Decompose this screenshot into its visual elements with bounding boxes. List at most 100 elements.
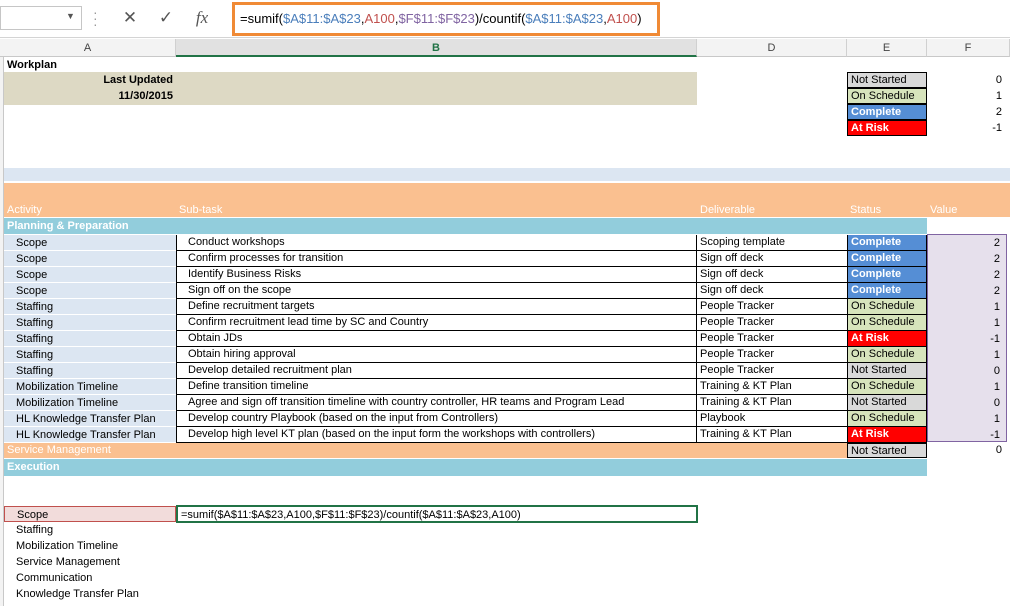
value-cell[interactable]: 2 <box>927 267 1003 283</box>
activity-cell[interactable]: Staffing <box>4 331 176 347</box>
status-badge[interactable]: On Schedule <box>847 347 927 363</box>
activity-cell[interactable]: Staffing <box>4 299 176 315</box>
active-formula-cell[interactable]: =sumif($A$11:$A$23,A100,$F$11:$F$23)/cou… <box>176 505 698 523</box>
subtask-cell[interactable]: Obtain JDs <box>176 331 697 347</box>
subtask-cell[interactable]: Develop country Playbook (based on the i… <box>176 411 697 427</box>
header-subtask[interactable]: Sub-task <box>176 202 376 218</box>
value-cell[interactable]: 2 <box>927 251 1003 267</box>
legend-status[interactable]: On Schedule <box>847 88 927 104</box>
cancel-icon[interactable]: ✕ <box>116 6 144 30</box>
status-badge[interactable]: Complete <box>847 267 927 283</box>
value-cell[interactable]: -1 <box>927 427 1003 443</box>
insert-function-icon[interactable]: fx <box>188 6 216 30</box>
deliverable-cell[interactable]: Training & KT Plan <box>697 395 847 411</box>
legend-status[interactable]: At Risk <box>847 120 927 136</box>
value-cell[interactable]: 1 <box>927 347 1003 363</box>
summary-item[interactable]: Scope <box>4 506 176 522</box>
header-activity[interactable]: Activity <box>4 202 174 218</box>
status-badge[interactable]: On Schedule <box>847 299 927 315</box>
status-badge[interactable]: On Schedule <box>847 379 927 395</box>
summary-item[interactable]: Staffing <box>4 522 176 538</box>
column-header-a[interactable]: A <box>0 39 176 57</box>
column-header-f[interactable]: F <box>927 39 1010 57</box>
status-badge[interactable]: Complete <box>847 283 927 299</box>
service-management-value[interactable]: 0 <box>927 443 1005 458</box>
status-badge[interactable]: Complete <box>847 235 927 251</box>
deliverable-cell[interactable]: Sign off deck <box>697 283 847 299</box>
deliverable-cell[interactable]: Sign off deck <box>697 251 847 267</box>
subtask-cell[interactable]: Identify Business Risks <box>176 267 697 283</box>
deliverable-cell[interactable]: People Tracker <box>697 363 847 379</box>
status-badge[interactable]: Not Started <box>847 363 927 379</box>
status-badge[interactable]: At Risk <box>847 331 927 347</box>
activity-cell[interactable]: HL Knowledge Transfer Plan <box>4 427 176 443</box>
deliverable-cell[interactable]: Playbook <box>697 411 847 427</box>
deliverable-cell[interactable]: Training & KT Plan <box>697 427 847 443</box>
chevron-down-icon[interactable]: ▼ <box>66 11 76 21</box>
activity-cell[interactable]: Scope <box>4 267 176 283</box>
legend-value[interactable]: -1 <box>927 120 1005 136</box>
legend-status[interactable]: Complete <box>847 104 927 120</box>
status-badge[interactable]: Not Started <box>847 395 927 411</box>
activity-cell[interactable]: Mobilization Timeline <box>4 379 176 395</box>
section-planning-label[interactable]: Planning & Preparation <box>4 218 304 234</box>
activity-cell[interactable]: HL Knowledge Transfer Plan <box>4 411 176 427</box>
status-badge[interactable]: On Schedule <box>847 411 927 427</box>
subtask-cell[interactable]: Confirm recruitment lead time by SC and … <box>176 315 697 331</box>
value-cell[interactable]: 0 <box>927 363 1003 379</box>
activity-cell[interactable]: Scope <box>4 283 176 299</box>
header-status[interactable]: Status <box>847 202 927 218</box>
value-cell[interactable]: 1 <box>927 411 1003 427</box>
header-value[interactable]: Value <box>927 202 1007 218</box>
formula-input[interactable]: =sumif($A$11:$A$23,A100,$F$11:$F$23)/cou… <box>232 2 660 36</box>
activity-cell[interactable]: Staffing <box>4 347 176 363</box>
service-management-status[interactable]: Not Started <box>847 443 927 458</box>
deliverable-cell[interactable]: People Tracker <box>697 331 847 347</box>
activity-cell[interactable]: Staffing <box>4 363 176 379</box>
subtask-cell[interactable]: Develop high level KT plan (based on the… <box>176 427 697 443</box>
value-cell[interactable]: 2 <box>927 283 1003 299</box>
deliverable-cell[interactable]: People Tracker <box>697 299 847 315</box>
section-execution-label[interactable]: Execution <box>4 459 304 476</box>
activity-cell[interactable]: Scope <box>4 235 176 251</box>
summary-item[interactable]: Service Management <box>4 554 176 570</box>
sheet-title[interactable]: Workplan <box>4 57 176 73</box>
deliverable-cell[interactable]: Training & KT Plan <box>697 379 847 395</box>
enter-icon[interactable]: ✓ <box>152 6 180 30</box>
column-header-e[interactable]: E <box>847 39 927 57</box>
value-cell[interactable]: 1 <box>927 379 1003 395</box>
summary-item[interactable]: Knowledge Transfer Plan <box>4 586 176 602</box>
activity-cell[interactable]: Staffing <box>4 315 176 331</box>
summary-item[interactable]: Mobilization Timeline <box>4 538 176 554</box>
value-cell[interactable]: 2 <box>927 235 1003 251</box>
activity-cell[interactable]: Mobilization Timeline <box>4 395 176 411</box>
subtask-cell[interactable]: Define recruitment targets <box>176 299 697 315</box>
deliverable-cell[interactable]: Sign off deck <box>697 267 847 283</box>
column-header-b[interactable]: B <box>176 39 697 57</box>
summary-item[interactable]: Communication <box>4 570 176 586</box>
legend-value[interactable]: 0 <box>927 72 1005 88</box>
drag-handle-icon[interactable]: · · · <box>93 5 99 31</box>
service-management-label[interactable]: Service Management <box>4 443 174 458</box>
deliverable-cell[interactable]: People Tracker <box>697 347 847 363</box>
status-badge[interactable]: At Risk <box>847 427 927 443</box>
deliverable-cell[interactable]: Scoping template <box>697 235 847 251</box>
subtask-cell[interactable]: Obtain hiring approval <box>176 347 697 363</box>
subtask-cell[interactable]: Develop detailed recruitment plan <box>176 363 697 379</box>
value-cell[interactable]: 1 <box>927 315 1003 331</box>
legend-value[interactable]: 2 <box>927 104 1005 120</box>
status-badge[interactable]: Complete <box>847 251 927 267</box>
subtask-cell[interactable]: Sign off on the scope <box>176 283 697 299</box>
legend-status[interactable]: Not Started <box>847 72 927 88</box>
subtask-cell[interactable]: Define transition timeline <box>176 379 697 395</box>
status-badge[interactable]: On Schedule <box>847 315 927 331</box>
subtask-cell[interactable]: Confirm processes for transition <box>176 251 697 267</box>
header-deliverable[interactable]: Deliverable <box>697 202 847 218</box>
legend-value[interactable]: 1 <box>927 88 1005 104</box>
value-cell[interactable]: 0 <box>927 395 1003 411</box>
deliverable-cell[interactable]: People Tracker <box>697 315 847 331</box>
activity-cell[interactable]: Scope <box>4 251 176 267</box>
value-cell[interactable]: -1 <box>927 331 1003 347</box>
value-cell[interactable]: 1 <box>927 299 1003 315</box>
column-header-d[interactable]: D <box>697 39 847 57</box>
